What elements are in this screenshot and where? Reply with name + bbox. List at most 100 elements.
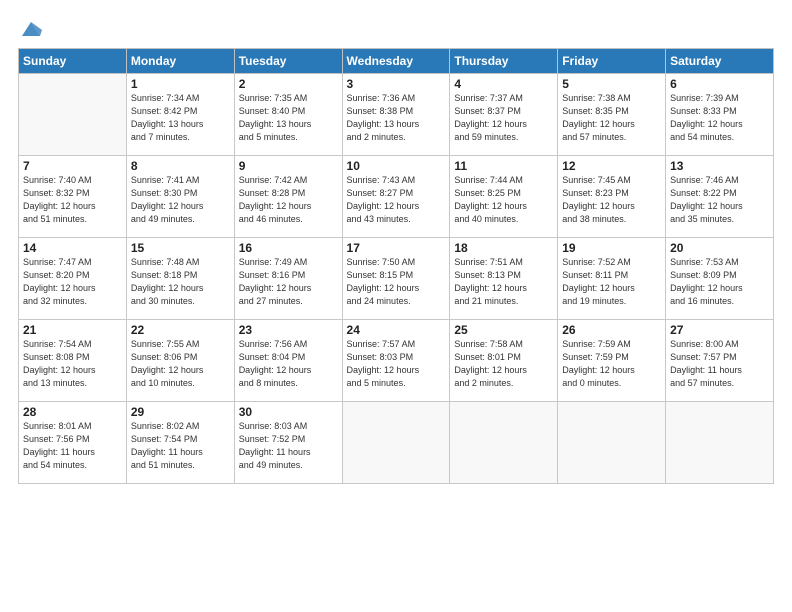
day-info: Sunrise: 7:57 AMSunset: 8:03 PMDaylight:… bbox=[347, 338, 446, 390]
day-info: Sunrise: 7:41 AMSunset: 8:30 PMDaylight:… bbox=[131, 174, 230, 226]
day-info: Sunrise: 7:36 AMSunset: 8:38 PMDaylight:… bbox=[347, 92, 446, 144]
day-number: 13 bbox=[670, 159, 769, 173]
page-header bbox=[18, 18, 774, 40]
day-cell: 27Sunrise: 8:00 AMSunset: 7:57 PMDayligh… bbox=[666, 320, 774, 402]
day-info: Sunrise: 8:02 AMSunset: 7:54 PMDaylight:… bbox=[131, 420, 230, 472]
day-cell: 2Sunrise: 7:35 AMSunset: 8:40 PMDaylight… bbox=[234, 74, 342, 156]
day-number: 28 bbox=[23, 405, 122, 419]
day-number: 17 bbox=[347, 241, 446, 255]
day-info: Sunrise: 8:00 AMSunset: 7:57 PMDaylight:… bbox=[670, 338, 769, 390]
weekday-saturday: Saturday bbox=[666, 49, 774, 74]
day-number: 25 bbox=[454, 323, 553, 337]
day-cell: 20Sunrise: 7:53 AMSunset: 8:09 PMDayligh… bbox=[666, 238, 774, 320]
week-row-0: 1Sunrise: 7:34 AMSunset: 8:42 PMDaylight… bbox=[19, 74, 774, 156]
calendar: SundayMondayTuesdayWednesdayThursdayFrid… bbox=[18, 48, 774, 484]
day-cell: 8Sunrise: 7:41 AMSunset: 8:30 PMDaylight… bbox=[126, 156, 234, 238]
day-info: Sunrise: 8:01 AMSunset: 7:56 PMDaylight:… bbox=[23, 420, 122, 472]
day-number: 23 bbox=[239, 323, 338, 337]
day-cell: 29Sunrise: 8:02 AMSunset: 7:54 PMDayligh… bbox=[126, 402, 234, 484]
day-cell: 14Sunrise: 7:47 AMSunset: 8:20 PMDayligh… bbox=[19, 238, 127, 320]
day-cell bbox=[666, 402, 774, 484]
day-info: Sunrise: 7:55 AMSunset: 8:06 PMDaylight:… bbox=[131, 338, 230, 390]
weekday-tuesday: Tuesday bbox=[234, 49, 342, 74]
day-cell: 3Sunrise: 7:36 AMSunset: 8:38 PMDaylight… bbox=[342, 74, 450, 156]
day-cell: 10Sunrise: 7:43 AMSunset: 8:27 PMDayligh… bbox=[342, 156, 450, 238]
day-number: 2 bbox=[239, 77, 338, 91]
day-cell: 21Sunrise: 7:54 AMSunset: 8:08 PMDayligh… bbox=[19, 320, 127, 402]
day-cell: 30Sunrise: 8:03 AMSunset: 7:52 PMDayligh… bbox=[234, 402, 342, 484]
day-cell: 15Sunrise: 7:48 AMSunset: 8:18 PMDayligh… bbox=[126, 238, 234, 320]
weekday-friday: Friday bbox=[558, 49, 666, 74]
day-info: Sunrise: 7:40 AMSunset: 8:32 PMDaylight:… bbox=[23, 174, 122, 226]
day-number: 12 bbox=[562, 159, 661, 173]
logo bbox=[18, 18, 42, 40]
day-number: 4 bbox=[454, 77, 553, 91]
day-number: 8 bbox=[131, 159, 230, 173]
day-cell bbox=[450, 402, 558, 484]
logo-icon bbox=[20, 18, 42, 40]
weekday-monday: Monday bbox=[126, 49, 234, 74]
day-info: Sunrise: 7:47 AMSunset: 8:20 PMDaylight:… bbox=[23, 256, 122, 308]
day-number: 19 bbox=[562, 241, 661, 255]
day-info: Sunrise: 7:38 AMSunset: 8:35 PMDaylight:… bbox=[562, 92, 661, 144]
day-cell: 18Sunrise: 7:51 AMSunset: 8:13 PMDayligh… bbox=[450, 238, 558, 320]
day-info: Sunrise: 7:34 AMSunset: 8:42 PMDaylight:… bbox=[131, 92, 230, 144]
day-info: Sunrise: 7:51 AMSunset: 8:13 PMDaylight:… bbox=[454, 256, 553, 308]
day-number: 9 bbox=[239, 159, 338, 173]
day-number: 14 bbox=[23, 241, 122, 255]
day-cell: 7Sunrise: 7:40 AMSunset: 8:32 PMDaylight… bbox=[19, 156, 127, 238]
day-cell: 4Sunrise: 7:37 AMSunset: 8:37 PMDaylight… bbox=[450, 74, 558, 156]
day-number: 21 bbox=[23, 323, 122, 337]
day-number: 24 bbox=[347, 323, 446, 337]
week-row-4: 28Sunrise: 8:01 AMSunset: 7:56 PMDayligh… bbox=[19, 402, 774, 484]
week-row-2: 14Sunrise: 7:47 AMSunset: 8:20 PMDayligh… bbox=[19, 238, 774, 320]
day-number: 6 bbox=[670, 77, 769, 91]
day-cell bbox=[342, 402, 450, 484]
day-number: 26 bbox=[562, 323, 661, 337]
day-info: Sunrise: 7:52 AMSunset: 8:11 PMDaylight:… bbox=[562, 256, 661, 308]
day-info: Sunrise: 7:39 AMSunset: 8:33 PMDaylight:… bbox=[670, 92, 769, 144]
day-info: Sunrise: 7:56 AMSunset: 8:04 PMDaylight:… bbox=[239, 338, 338, 390]
day-cell: 1Sunrise: 7:34 AMSunset: 8:42 PMDaylight… bbox=[126, 74, 234, 156]
day-number: 10 bbox=[347, 159, 446, 173]
day-number: 20 bbox=[670, 241, 769, 255]
day-info: Sunrise: 7:35 AMSunset: 8:40 PMDaylight:… bbox=[239, 92, 338, 144]
week-row-3: 21Sunrise: 7:54 AMSunset: 8:08 PMDayligh… bbox=[19, 320, 774, 402]
day-number: 18 bbox=[454, 241, 553, 255]
week-row-1: 7Sunrise: 7:40 AMSunset: 8:32 PMDaylight… bbox=[19, 156, 774, 238]
day-info: Sunrise: 7:43 AMSunset: 8:27 PMDaylight:… bbox=[347, 174, 446, 226]
day-info: Sunrise: 7:44 AMSunset: 8:25 PMDaylight:… bbox=[454, 174, 553, 226]
weekday-sunday: Sunday bbox=[19, 49, 127, 74]
day-info: Sunrise: 8:03 AMSunset: 7:52 PMDaylight:… bbox=[239, 420, 338, 472]
day-cell: 5Sunrise: 7:38 AMSunset: 8:35 PMDaylight… bbox=[558, 74, 666, 156]
day-info: Sunrise: 7:54 AMSunset: 8:08 PMDaylight:… bbox=[23, 338, 122, 390]
day-info: Sunrise: 7:48 AMSunset: 8:18 PMDaylight:… bbox=[131, 256, 230, 308]
weekday-thursday: Thursday bbox=[450, 49, 558, 74]
day-cell bbox=[19, 74, 127, 156]
day-info: Sunrise: 7:58 AMSunset: 8:01 PMDaylight:… bbox=[454, 338, 553, 390]
day-cell: 11Sunrise: 7:44 AMSunset: 8:25 PMDayligh… bbox=[450, 156, 558, 238]
day-cell: 28Sunrise: 8:01 AMSunset: 7:56 PMDayligh… bbox=[19, 402, 127, 484]
day-cell: 26Sunrise: 7:59 AMSunset: 7:59 PMDayligh… bbox=[558, 320, 666, 402]
day-number: 7 bbox=[23, 159, 122, 173]
day-info: Sunrise: 7:46 AMSunset: 8:22 PMDaylight:… bbox=[670, 174, 769, 226]
day-info: Sunrise: 7:45 AMSunset: 8:23 PMDaylight:… bbox=[562, 174, 661, 226]
day-cell: 25Sunrise: 7:58 AMSunset: 8:01 PMDayligh… bbox=[450, 320, 558, 402]
day-cell: 22Sunrise: 7:55 AMSunset: 8:06 PMDayligh… bbox=[126, 320, 234, 402]
day-number: 11 bbox=[454, 159, 553, 173]
day-number: 16 bbox=[239, 241, 338, 255]
day-number: 15 bbox=[131, 241, 230, 255]
day-number: 29 bbox=[131, 405, 230, 419]
weekday-header-row: SundayMondayTuesdayWednesdayThursdayFrid… bbox=[19, 49, 774, 74]
day-info: Sunrise: 7:53 AMSunset: 8:09 PMDaylight:… bbox=[670, 256, 769, 308]
day-info: Sunrise: 7:59 AMSunset: 7:59 PMDaylight:… bbox=[562, 338, 661, 390]
day-number: 3 bbox=[347, 77, 446, 91]
day-number: 27 bbox=[670, 323, 769, 337]
day-cell: 23Sunrise: 7:56 AMSunset: 8:04 PMDayligh… bbox=[234, 320, 342, 402]
day-info: Sunrise: 7:42 AMSunset: 8:28 PMDaylight:… bbox=[239, 174, 338, 226]
day-info: Sunrise: 7:50 AMSunset: 8:15 PMDaylight:… bbox=[347, 256, 446, 308]
day-cell: 16Sunrise: 7:49 AMSunset: 8:16 PMDayligh… bbox=[234, 238, 342, 320]
day-cell: 13Sunrise: 7:46 AMSunset: 8:22 PMDayligh… bbox=[666, 156, 774, 238]
day-number: 5 bbox=[562, 77, 661, 91]
day-cell: 9Sunrise: 7:42 AMSunset: 8:28 PMDaylight… bbox=[234, 156, 342, 238]
